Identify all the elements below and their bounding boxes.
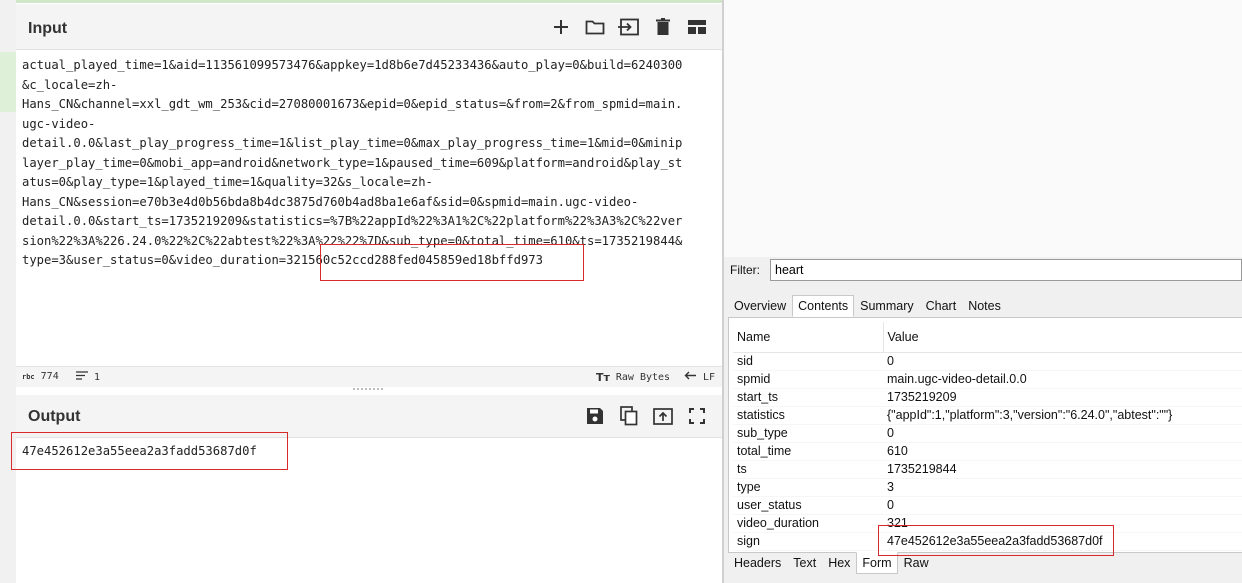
lines-icon xyxy=(76,371,88,383)
text-encoding-icon: Tт xyxy=(596,371,610,384)
layout-icon[interactable] xyxy=(680,12,714,42)
replace-input-icon[interactable] xyxy=(646,401,680,431)
form-table: Name Value sid 0 spmid main.ugc-video-detai… xyxy=(733,322,1242,551)
tab-overview[interactable]: Overview xyxy=(728,295,792,317)
input-line: actual_played_time=1&aid=113561099573476… xyxy=(22,58,683,72)
param-name: start_ts xyxy=(733,388,883,407)
input-status-bar: rbc 774 1 Tт Raw Bytes LF xyxy=(16,366,722,387)
param-name: ts xyxy=(733,460,883,479)
input-header: Input xyxy=(16,4,722,50)
tab-summary[interactable]: Summary xyxy=(854,295,919,317)
filter-label: Filter: xyxy=(730,263,760,277)
tab-hex[interactable]: Hex xyxy=(822,552,856,574)
length-value: 774 xyxy=(40,371,59,382)
input-line: ugc-video- xyxy=(22,116,96,131)
resize-handle[interactable] xyxy=(352,386,384,392)
table-row[interactable]: total_time 610 xyxy=(733,442,1242,461)
tab-headers[interactable]: Headers xyxy=(728,552,787,574)
param-value: {"appId":1,"platform":3,"version":"6.24.… xyxy=(883,406,1242,425)
input-title: Input xyxy=(28,20,68,37)
save-icon[interactable] xyxy=(578,401,612,431)
input-line: detail.0.0&last_play_progress_time=1&lis… xyxy=(22,136,683,150)
table-row[interactable]: start_ts 1735219209 xyxy=(733,388,1242,407)
eol-selector[interactable]: LF xyxy=(684,371,715,383)
copy-icon[interactable] xyxy=(612,401,646,431)
column-header-value[interactable]: Value xyxy=(883,322,1242,353)
param-name: spmid xyxy=(733,370,883,389)
param-value: 0 xyxy=(883,424,1242,443)
gutter-highlight xyxy=(0,52,16,112)
input-line: &c_locale=zh- xyxy=(22,77,118,92)
param-name: type xyxy=(733,478,883,497)
tab-text[interactable]: Text xyxy=(787,552,822,574)
return-arrow-icon xyxy=(684,371,697,383)
length-indicator: rbc 774 xyxy=(22,371,59,382)
input-line: atus=0&play_type=1&played_time=1&quality… xyxy=(22,175,433,189)
encoding-selector[interactable]: Tт Raw Bytes xyxy=(596,371,670,384)
table-row[interactable]: type 3 xyxy=(733,478,1242,497)
output-title: Output xyxy=(28,408,81,425)
lines-value: 1 xyxy=(94,371,101,383)
fullscreen-icon[interactable] xyxy=(680,401,714,431)
param-value: 610 xyxy=(883,442,1242,461)
param-value: 3 xyxy=(883,478,1242,497)
trash-icon[interactable] xyxy=(646,12,680,42)
lines-indicator: 1 xyxy=(76,371,100,383)
table-header-row: Name Value xyxy=(733,322,1242,353)
fiddler-pane: Filter: OverviewContentsSummaryChartNote… xyxy=(722,0,1242,583)
table-row[interactable]: statistics {"appId":1,"platform":3,"versi… xyxy=(733,406,1242,425)
form-inspector: Name Value sid 0 spmid main.ugc-video-detai… xyxy=(728,317,1242,553)
cyberchef-pane: Input actual_played_time=1&aid=113561099… xyxy=(0,0,722,583)
sign-value-highlight xyxy=(878,525,1114,556)
param-name: user_status xyxy=(733,496,883,515)
input-textarea[interactable]: actual_played_time=1&aid=113561099573476… xyxy=(22,56,718,356)
param-value: 0 xyxy=(883,496,1242,515)
table-row[interactable]: spmid main.ugc-video-detail.0.0 xyxy=(733,370,1242,389)
folder-icon[interactable] xyxy=(578,12,612,42)
param-name: statistics xyxy=(733,406,883,425)
left-gutter xyxy=(0,0,16,583)
input-line: layer_play_time=0&mobi_app=android&netwo… xyxy=(22,155,683,170)
input-toolbar xyxy=(544,4,714,49)
param-name: sign xyxy=(733,532,883,551)
input-hash-highlight xyxy=(320,244,584,281)
param-value: 1735219844 xyxy=(883,460,1242,479)
output-toolbar xyxy=(578,395,714,437)
encoding-label: Raw Bytes xyxy=(615,372,671,383)
import-icon[interactable] xyxy=(612,12,646,42)
table-body: sid 0 spmid main.ugc-video-detail.0.0 start_… xyxy=(733,352,1242,551)
table-row[interactable]: sub_type 0 xyxy=(733,424,1242,443)
tab-chart[interactable]: Chart xyxy=(920,295,963,317)
tab-contents[interactable]: Contents xyxy=(792,295,855,317)
param-name: sid xyxy=(733,352,883,371)
table-row[interactable]: user_status 0 xyxy=(733,496,1242,515)
abc-icon: rbc xyxy=(22,372,35,381)
plus-icon[interactable] xyxy=(544,12,578,42)
input-line: detail.0.0&start_ts=1735219209&statistic… xyxy=(22,214,683,228)
table-row[interactable]: ts 1735219844 xyxy=(733,460,1242,479)
param-name: video_duration xyxy=(733,514,883,533)
tab-notes[interactable]: Notes xyxy=(962,295,1007,317)
inspector-tabs: Overview Contents Summary Chart Notes xyxy=(728,295,1007,317)
session-list-area xyxy=(724,0,1242,257)
input-line: Hans_CN&session=e70b3e4d0b56bda8b4dc3875… xyxy=(22,194,639,209)
param-name: sub_type xyxy=(733,424,883,443)
param-value: 1735219209 xyxy=(883,388,1242,407)
input-line: Hans_CN&channel=xxl_gdt_wm_253&cid=27080… xyxy=(22,97,683,111)
filter-row: Filter: xyxy=(730,258,1242,282)
filter-input[interactable] xyxy=(770,259,1242,281)
eol-label: LF xyxy=(703,371,716,383)
top-accent-bar xyxy=(0,0,722,3)
column-header-name[interactable]: Name xyxy=(733,322,884,353)
param-value: main.ugc-video-detail.0.0 xyxy=(883,370,1242,389)
table-row[interactable]: sid 0 xyxy=(733,352,1242,371)
param-name: total_time xyxy=(733,442,883,461)
param-value: 0 xyxy=(883,352,1242,371)
output-hash-highlight xyxy=(11,432,288,470)
